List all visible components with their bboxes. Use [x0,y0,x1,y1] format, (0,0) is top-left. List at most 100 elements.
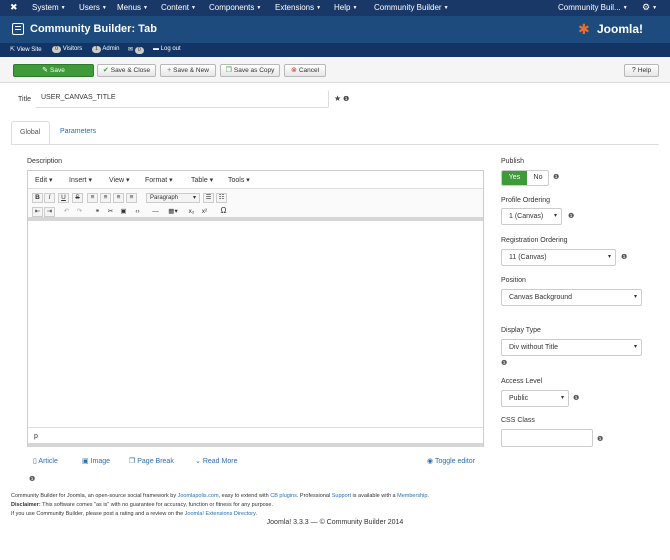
top-menu-bar: ✖ System ▼ Users ▼ Menus ▼ Content ▼ Compone… [0,0,670,16]
footer-text: is available with a [350,493,398,499]
outdent-icon[interactable]: ⇤ [32,207,43,217]
position-select[interactable]: Canvas Background ▾ [501,289,642,306]
publish-yes-button[interactable]: Yes [502,171,527,185]
editor-menu-tools[interactable]: Tools ▾ [228,176,250,184]
editor-menu-edit[interactable]: Edit ▾ [35,176,53,184]
disclaimer-label: Disclaimer: [11,502,41,508]
align-justify-icon[interactable]: ≡ [126,193,137,203]
strikethrough-button[interactable]: S [72,193,83,203]
save-new-button[interactable]: + Save & New [160,64,216,77]
css-class-input[interactable] [501,429,593,447]
superscript-icon[interactable]: x² [199,207,210,217]
editor-menu-insert[interactable]: Insert ▾ [69,176,92,184]
code-icon[interactable]: ‹› [132,207,143,217]
help-button[interactable]: ? Help [624,64,659,77]
chevron-down-icon: ▾ [633,294,637,300]
logout-link[interactable]: ▬ Log out [153,46,181,52]
italic-button[interactable]: I [44,193,55,203]
omega-icon[interactable]: Ω [218,206,229,216]
joomla-brand-icon: ✱ [578,21,590,37]
save-copy-button[interactable]: ❐ Save as Copy [220,64,280,77]
menu-content[interactable]: Content ▼ [161,3,196,12]
paragraph-select[interactable]: Paragraph ▾ [146,193,200,203]
align-left-icon[interactable]: ≡ [87,193,98,203]
subscript-icon[interactable]: x₂ [186,207,197,217]
description-label: Description [27,158,63,165]
publish-no-button[interactable]: No [527,171,548,185]
info-icon: ❶ [573,395,580,402]
editor-menu-view[interactable]: View ▾ [109,176,130,184]
link-icon[interactable]: ⚭ [92,207,103,217]
editor-menu-label: View [109,177,125,184]
numbered-list-icon[interactable]: ☷ [216,193,227,203]
unlink-icon[interactable]: ✂ [105,207,116,217]
footer-text: If you use Community Builder, please pos… [11,511,185,517]
registration-ordering-label: Registration Ordering [501,237,568,244]
picture-icon: ▣ [82,458,89,465]
cb-plugins-link[interactable]: CB plugins [270,493,297,499]
editor-content-area[interactable] [28,225,483,426]
messages-status[interactable]: ✉ 0 [128,46,144,54]
extensions-directory-link[interactable]: Joomla! Extensions Directory [185,511,256,517]
support-link[interactable]: Support [332,493,351,499]
tab-parameters[interactable]: Parameters [60,128,96,135]
toggle-editor-button[interactable]: ◉ Toggle editor [427,457,475,465]
undo-icon[interactable]: ↶ [61,207,72,217]
horizontal-rule-icon[interactable]: — [150,207,161,217]
access-level-select[interactable]: Public ▾ [501,390,569,407]
action-toolbar: ✎ Save ✔ Save & Close + Save & New ❐ Save as… [0,57,670,83]
menu-components[interactable]: Components ▼ [209,3,261,12]
menu-label: Extensions [275,3,315,12]
resize-bar[interactable] [28,443,483,447]
external-link-icon: ⇱ [10,47,16,53]
image-icon[interactable]: ▣ [118,207,129,217]
registration-ordering-select[interactable]: 11 (Canvas) ▾ [501,249,616,266]
membership-link[interactable]: Membership [397,493,427,499]
menu-help[interactable]: Help ▼ [334,3,357,12]
editor-menu-format[interactable]: Format ▾ [145,176,173,184]
star-icon: ★ [334,94,342,103]
menu-user[interactable]: Community Buil... ▼ [558,3,628,12]
image-button[interactable]: ▣ Image [82,457,110,465]
settings-gear-icon[interactable]: ⚙ ▼ [642,2,657,13]
visitors-label: Visitors [62,46,83,52]
bullet-list-icon[interactable]: ☰ [203,193,214,203]
align-center-icon[interactable]: ≡ [100,193,111,203]
read-more-button[interactable]: ⌄ Read More [195,457,237,465]
tab-global[interactable]: Global [11,121,50,144]
read-more-label: Read More [202,458,238,465]
cancel-button[interactable]: ⊗ Cancel [284,64,326,77]
save-label: Save [50,67,65,74]
file-icon: ▯ [33,458,37,465]
title-input[interactable]: USER_CANVAS_TITLE [35,90,329,108]
indent-icon[interactable]: ⇥ [44,207,55,217]
display-type-select[interactable]: Div without Title ▾ [501,339,642,356]
menu-menus[interactable]: Menus ▼ [117,3,148,12]
visitors-status: 0 Visitors [52,46,82,53]
save-button[interactable]: ✎ Save [13,64,94,77]
menu-community-builder[interactable]: Community Builder ▼ [374,3,449,12]
chevron-down-icon: ▾ [553,213,557,219]
help-label: Help [637,67,652,74]
view-site-link[interactable]: ⇱ View Site [10,46,42,53]
align-right-icon[interactable]: ≡ [113,193,124,203]
minus-icon: ▬ [153,46,159,52]
bold-button[interactable]: B [32,193,43,203]
page-break-button[interactable]: ❐ Page Break [129,457,174,465]
mail-icon: ✉ [128,47,134,53]
joomlapolis-link[interactable]: Joomlapolis.com [178,493,219,499]
menu-system[interactable]: System ▼ [32,3,66,12]
menu-extensions[interactable]: Extensions ▼ [275,3,321,12]
underline-button[interactable]: U [58,193,69,203]
table-icon[interactable]: ▦▾ [165,207,181,217]
save-icon: ✎ [42,67,49,74]
joomla-logo-icon[interactable]: ✖ [10,2,18,13]
save-close-button[interactable]: ✔ Save & Close [97,64,156,77]
display-type-value: Div without Title [509,344,559,351]
redo-icon[interactable]: ↷ [74,207,85,217]
article-button[interactable]: ▯ Article [33,457,58,465]
menu-users[interactable]: Users ▼ [79,3,107,12]
editor-menu-table[interactable]: Table ▾ [191,176,213,184]
footer-rating: If you use Community Builder, please pos… [11,511,257,517]
profile-ordering-select[interactable]: 1 (Canvas) ▾ [501,208,562,225]
